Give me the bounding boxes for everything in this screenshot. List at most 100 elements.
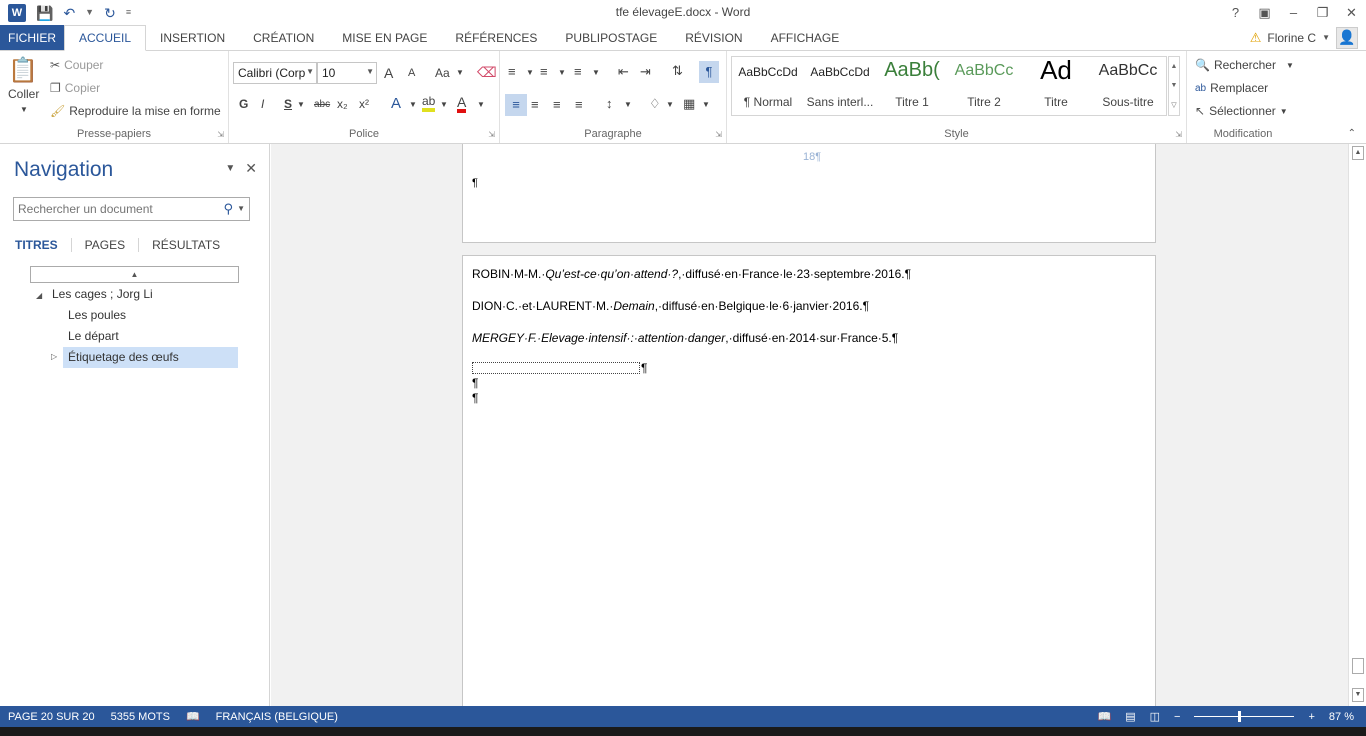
font-name-combo[interactable]: Calibri (Corp ▼ [233,62,317,84]
nav-heading-item[interactable]: Le départ [68,326,119,347]
strikethrough-button[interactable]: abc [314,99,330,110]
proofing-icon[interactable]: 📖 [186,710,200,723]
multilevel-list-icon[interactable]: ≡ [574,64,582,79]
dialog-launcher-icon[interactable]: ⇲ [715,130,722,139]
page-top[interactable]: 18¶ ¶ [462,144,1156,243]
tab-review[interactable]: RÉVISION [671,25,756,50]
subscript-button[interactable]: x₂ [337,97,348,111]
chevron-down-icon[interactable]: ▼ [237,204,245,213]
style-no-spacing[interactable]: AaBbCcDd Sans interl... [804,57,876,115]
borders-icon[interactable]: ▦ [683,96,695,112]
tab-mailings[interactable]: PUBLIPOSTAGE [551,25,671,50]
user-name[interactable]: Florine C [1267,31,1316,45]
chevron-down-icon[interactable]: ▼ [366,67,374,76]
style-heading-1[interactable]: AaBb( Titre 1 [876,57,948,115]
close-icon[interactable]: ✕ [245,160,257,177]
chevron-down-icon[interactable]: ▼ [297,100,305,109]
align-left-icon[interactable]: ≡ [505,94,527,116]
print-layout-icon[interactable]: ▤ [1125,710,1135,723]
dialog-launcher-icon[interactable]: ⇲ [1175,130,1182,139]
justify-icon[interactable]: ≡ [575,97,583,112]
word-logo-icon[interactable]: W [8,3,26,22]
collapse-ribbon-icon[interactable]: ⌃ [1348,128,1356,139]
empty-field-box[interactable] [472,362,640,374]
replace-button[interactable]: ab Remplacer [1195,81,1268,95]
show-formatting-marks-button[interactable]: ¶ [699,61,719,83]
chevron-down-icon[interactable]: ▼ [440,100,448,109]
collapse-all-bar[interactable]: ▲ [30,266,239,283]
grow-font-button[interactable]: A [384,65,393,81]
undo-dropdown-icon[interactable]: ▼ [85,8,94,17]
zoom-slider-thumb[interactable] [1238,711,1242,722]
scroll-thumb[interactable] [1352,658,1364,674]
chevron-down-icon[interactable]: ▼ [306,67,314,76]
tab-headings[interactable]: TITRES [15,238,72,252]
chevron-down-icon[interactable]: ▼ [409,100,417,109]
restore-button[interactable]: ❐ [1308,5,1337,21]
italic-button[interactable]: I [261,97,264,111]
more-styles-icon[interactable]: ▽ [1171,101,1176,109]
style-heading-2[interactable]: AaBbCc Titre 2 [948,57,1020,115]
word-count[interactable]: 5355 MOTS [111,711,170,723]
tab-references[interactable]: RÉFÉRENCES [441,25,551,50]
zoom-in-button[interactable]: + [1308,711,1314,723]
underline-button[interactable]: S [284,97,292,111]
shrink-font-button[interactable]: A [408,67,415,79]
scroll-up-icon[interactable]: ▲ [1352,146,1364,160]
tab-design[interactable]: CRÉATION [239,25,328,50]
text-effects-button[interactable]: A [391,95,401,112]
chevron-down-icon[interactable]: ▼ [558,68,566,77]
person-icon[interactable]: 👤 [1336,26,1358,49]
expanded-triangle-icon[interactable]: ◢ [36,291,42,300]
tab-file[interactable]: FICHIER [0,25,64,50]
search-input[interactable] [14,198,214,220]
tab-layout[interactable]: MISE EN PAGE [328,25,441,50]
style-title[interactable]: Ad Titre [1020,57,1092,115]
zoom-slider[interactable] [1194,711,1295,722]
chevron-down-icon[interactable]: ▼ [702,100,710,109]
chevron-down-icon[interactable]: ▼ [624,100,632,109]
increase-indent-icon[interactable]: ⇥ [640,64,651,80]
web-layout-icon[interactable]: ◫ [1150,710,1160,723]
decrease-indent-icon[interactable]: ⇤ [618,64,629,80]
tab-insert[interactable]: INSERTION [146,25,239,50]
chevron-up-icon[interactable]: ▲ [1171,63,1178,70]
shading-icon[interactable]: ♢ [649,96,661,112]
bibliography-line[interactable]: ROBIN·M-M.·Qu’est-ce·qu’on·attend·?,·dif… [472,267,911,281]
chevron-down-icon[interactable]: ▼ [1171,82,1178,89]
tab-pages[interactable]: PAGES [85,238,140,252]
zoom-level[interactable]: 87 % [1329,711,1354,723]
numbering-icon[interactable]: ≡ [540,64,548,79]
chevron-down-icon[interactable]: ▼ [477,100,485,109]
select-button[interactable]: ↖ Sélectionner ▼ [1195,104,1288,118]
format-painter-button[interactable]: 🖌 Reproduire la mise en forme [50,104,221,118]
bold-button[interactable]: G [239,97,248,111]
chevron-down-icon[interactable]: ▼ [526,68,534,77]
scroll-down-icon[interactable]: ▼ [1352,688,1364,702]
redo-icon[interactable]: ↻ [104,6,116,20]
change-case-button[interactable]: Aa [435,66,450,80]
highlight-button[interactable]: ab [422,95,436,112]
cut-button[interactable]: ✂ Couper [50,58,103,72]
ribbon-display-options-button[interactable]: ▣ [1250,5,1279,21]
style-normal[interactable]: AaBbCcDd ¶ Normal [732,57,804,115]
chevron-down-icon[interactable]: ▼ [592,68,600,77]
paste-button[interactable]: 📋 Coller ▼ [8,59,39,115]
user-account[interactable]: ⚠ Florine C ▼ 👤 [1250,25,1358,50]
bibliography-line[interactable]: MERGEY·F.·Elevage·intensif·:·attention·d… [472,331,898,345]
chevron-down-icon[interactable]: ▼ [225,160,235,177]
dialog-launcher-icon[interactable]: ⇲ [217,130,224,139]
font-color-button[interactable]: A [457,95,467,113]
nav-heading-item[interactable]: Les cages ; Jorg Li [52,284,153,305]
dialog-launcher-icon[interactable]: ⇲ [488,130,495,139]
help-button[interactable]: ? [1221,5,1250,20]
clear-formatting-icon[interactable]: ⌫ [477,64,497,81]
close-button[interactable]: ✕ [1337,5,1366,21]
tab-view[interactable]: AFFICHAGE [757,25,854,50]
tab-results[interactable]: RÉSULTATS [152,238,233,252]
vertical-scrollbar[interactable]: ▲ ▼ [1348,144,1366,706]
find-button[interactable]: 🔍 Rechercher ▼ [1195,58,1294,72]
nav-heading-item-selected[interactable]: Étiquetage des œufs [63,347,238,368]
chevron-down-icon[interactable]: ▼ [1322,33,1330,42]
sort-icon[interactable]: ⇅ [672,63,683,79]
